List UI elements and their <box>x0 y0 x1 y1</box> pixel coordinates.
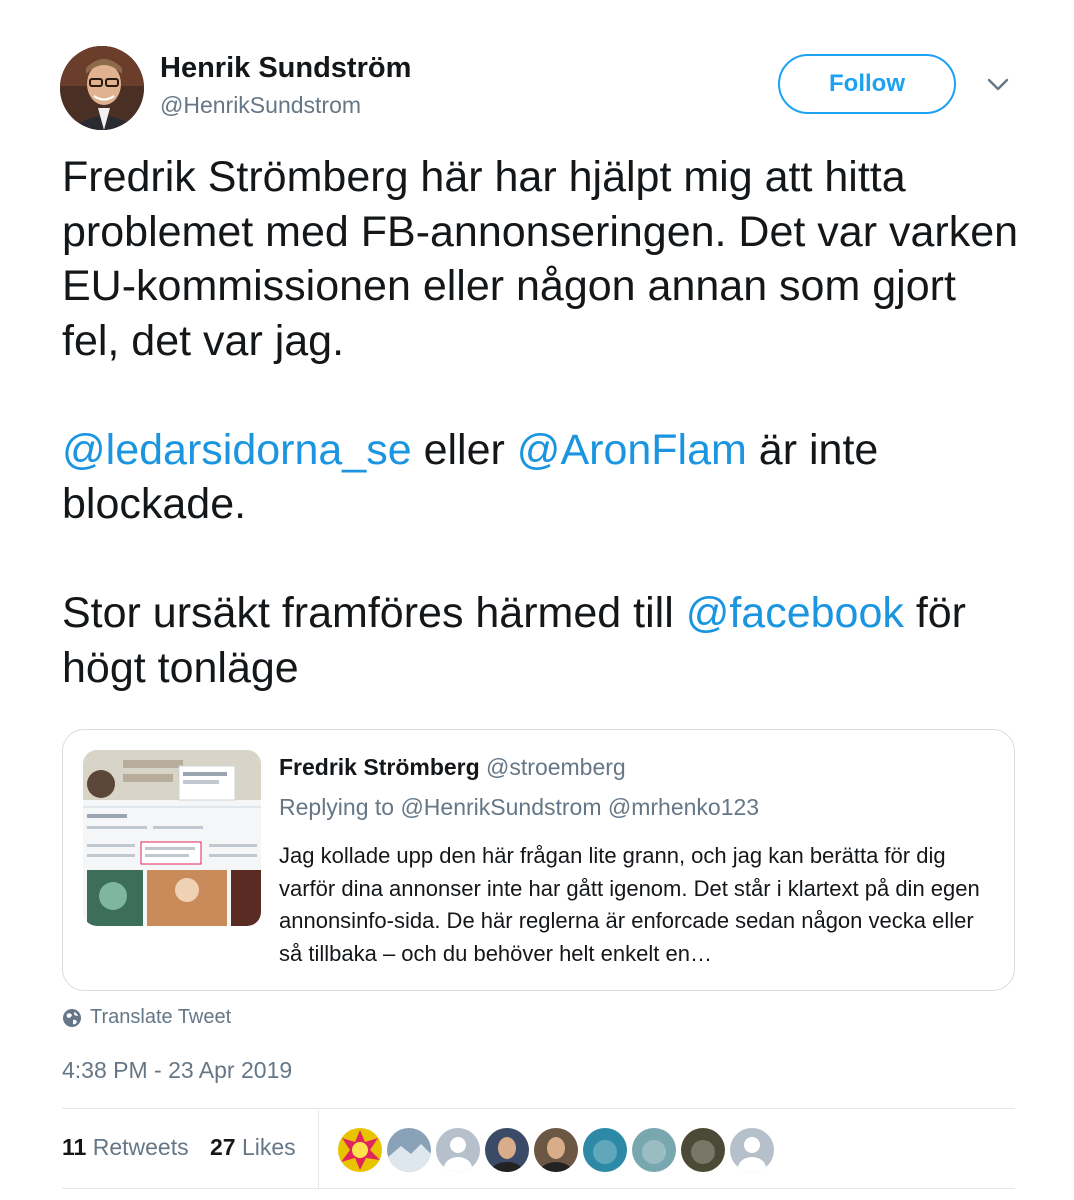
default-avatar[interactable] <box>436 1128 480 1172</box>
retweets-stat[interactable]: 11 Retweets <box>62 1134 189 1161</box>
author-name[interactable]: Henrik Sundström <box>160 52 411 85</box>
likes-stat[interactable]: 27 Likes <box>210 1134 296 1161</box>
tweet-fragment: Stor ursäkt framföres härmed till <box>62 589 686 637</box>
divider <box>62 1188 1015 1189</box>
mention-link[interactable]: @facebook <box>686 589 904 637</box>
retweets-label: Retweets <box>92 1134 189 1160</box>
tweet-paragraph: @ledarsidorna_se eller @AronFlam är inte… <box>62 423 1022 532</box>
mention-link[interactable]: @AronFlam <box>517 426 747 474</box>
quoted-tweet-thumbnail <box>83 750 261 926</box>
globe-icon <box>63 1008 81 1027</box>
quoted-author-name: Fredrik Strömberg <box>279 754 480 780</box>
photo-avatar[interactable] <box>583 1128 627 1172</box>
default-avatar[interactable] <box>730 1128 774 1172</box>
divider <box>62 1108 1015 1109</box>
tweet-text: Fredrik Strömberg här har hjälpt mig att… <box>62 150 1022 695</box>
portrait-avatar[interactable] <box>534 1128 578 1172</box>
tweet-paragraph: Stor ursäkt framföres härmed till @faceb… <box>62 586 1022 695</box>
translate-label[interactable]: Translate Tweet <box>90 1006 231 1029</box>
author-avatar[interactable] <box>60 46 144 130</box>
tweet-fragment: eller <box>411 425 517 474</box>
tweet-header: Henrik Sundström @HenrikSundstrom Follow <box>60 46 1020 136</box>
mention-link[interactable]: @ledarsidorna_se <box>62 426 412 474</box>
quoted-author: Fredrik Strömberg @stroemberg <box>279 754 626 781</box>
portrait-avatar[interactable] <box>485 1128 529 1172</box>
retweets-count: 11 <box>62 1134 87 1160</box>
quoted-author-handle: @stroemberg <box>486 754 626 780</box>
quoted-tweet-text: Jag kollade upp den här frågan lite gran… <box>279 843 980 966</box>
boom-avatar[interactable] <box>338 1128 382 1172</box>
photo-avatar[interactable] <box>681 1128 725 1172</box>
likes-label: Likes <box>241 1134 296 1160</box>
photo-avatar[interactable] <box>632 1128 676 1172</box>
translate-tweet-link[interactable]: Translate Tweet <box>62 1006 231 1029</box>
divider <box>318 1110 319 1188</box>
follow-button[interactable]: Follow <box>778 54 956 114</box>
tweet-stats: 11 Retweets 27 Likes <box>62 1110 1015 1188</box>
likes-count: 27 <box>210 1134 236 1160</box>
author-handle[interactable]: @HenrikSundstrom <box>160 92 361 119</box>
landscape-avatar[interactable] <box>387 1128 431 1172</box>
chevron-down-icon[interactable] <box>986 74 1010 94</box>
quoted-tweet-card[interactable]: Fredrik Strömberg @stroemberg Replying t… <box>62 729 1015 991</box>
tweet-timestamp[interactable]: 4:38 PM - 23 Apr 2019 <box>62 1057 292 1084</box>
tweet-paragraph: Fredrik Strömberg här har hjälpt mig att… <box>62 153 1019 365</box>
quoted-replying-to: Replying to @HenrikSundstrom @mrhenko123 <box>279 794 760 820</box>
